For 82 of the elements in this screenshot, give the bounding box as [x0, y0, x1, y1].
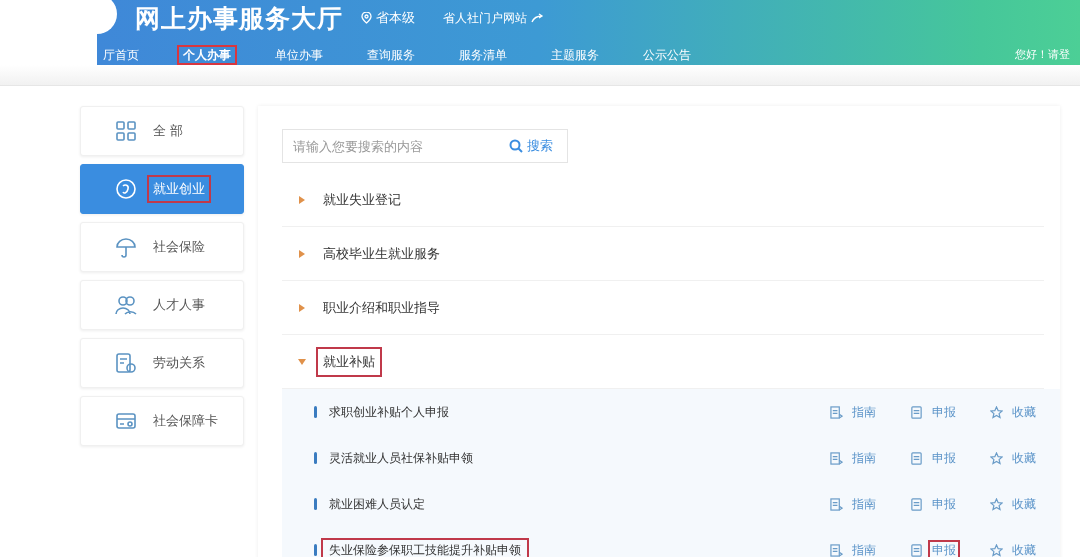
nav-tab[interactable]: 个人办事 [177, 45, 237, 65]
category-icon [115, 410, 137, 432]
guide-icon [830, 543, 843, 557]
category-icon [115, 178, 137, 200]
search-icon [509, 139, 523, 153]
sidebar-label: 社会保险 [152, 238, 206, 256]
category-icon [115, 294, 137, 316]
star-icon [990, 543, 1003, 557]
apply-link[interactable]: 申报 [910, 539, 960, 557]
sidebar-item[interactable]: 人才人事 [80, 280, 244, 330]
sidebar-label: 就业创业 [147, 175, 211, 203]
category-row[interactable]: 就业补贴 [316, 346, 382, 377]
guide-icon [830, 451, 843, 465]
category-row[interactable]: 高校毕业生就业服务 [316, 238, 447, 269]
guide-link[interactable]: 指南 [830, 447, 880, 469]
portal-link[interactable]: 省人社门户网站 [443, 9, 544, 27]
sidebar-item[interactable]: 全 部 [80, 106, 244, 156]
bullet-icon [314, 452, 317, 464]
bullet-icon [314, 498, 317, 510]
link-label: 申报 [931, 403, 957, 421]
form-icon [910, 497, 923, 511]
nav-tab[interactable]: 服务清单 [453, 45, 513, 65]
favorite-link[interactable]: 收藏 [990, 493, 1040, 515]
nav-tab[interactable]: 厅首页 [97, 45, 145, 65]
sidebar-label: 社会保障卡 [152, 412, 219, 430]
site-title: 网上办事服务大厅 [135, 2, 343, 35]
category-row[interactable]: 就业失业登记 [316, 184, 408, 215]
favorite-link[interactable]: 收藏 [990, 401, 1040, 423]
favorite-link[interactable]: 收藏 [990, 539, 1040, 557]
guide-link[interactable]: 指南 [830, 493, 880, 515]
apply-link[interactable]: 申报 [910, 447, 960, 469]
link-label: 指南 [851, 449, 877, 467]
region-selector[interactable]: 省本级 [361, 9, 415, 27]
sidebar-item[interactable]: 劳动关系 [80, 338, 244, 388]
category-icon [115, 236, 137, 258]
location-pin-icon [361, 12, 372, 24]
sidebar-item[interactable]: 社会保障卡 [80, 396, 244, 446]
guide-icon [830, 405, 843, 419]
sidebar-item[interactable]: 就业创业 [80, 164, 244, 214]
service-item[interactable]: 求职创业补贴个人申报 [321, 399, 457, 425]
link-label: 收藏 [1011, 449, 1037, 467]
search-field[interactable]: 请输入您要搜索的内容 搜索 [282, 129, 568, 163]
sidebar-label: 全 部 [152, 122, 185, 140]
link-label: 申报 [931, 495, 957, 513]
star-icon [990, 405, 1003, 419]
link-label: 申报 [931, 449, 957, 467]
category-row[interactable]: 职业介绍和职业指导 [316, 292, 447, 323]
bullet-icon [314, 406, 317, 418]
apply-link[interactable]: 申报 [910, 493, 960, 515]
nav-tab[interactable]: 查询服务 [361, 45, 421, 65]
sidebar-label: 人才人事 [152, 296, 206, 314]
link-label: 收藏 [1011, 541, 1037, 557]
link-label: 指南 [851, 541, 877, 557]
guide-link[interactable]: 指南 [830, 401, 880, 423]
star-icon [990, 451, 1003, 465]
link-label: 指南 [851, 403, 877, 421]
link-label: 指南 [851, 495, 877, 513]
service-item[interactable]: 灵活就业人员社保补贴申领 [321, 445, 481, 471]
nav-tab[interactable]: 主题服务 [545, 45, 605, 65]
form-icon [910, 405, 923, 419]
search-button[interactable]: 搜索 [503, 136, 559, 156]
form-icon [910, 543, 923, 557]
category-icon [115, 352, 137, 374]
sidebar-item[interactable]: 社会保险 [80, 222, 244, 272]
form-icon [910, 451, 923, 465]
nav-tab[interactable]: 公示公告 [637, 45, 697, 65]
nav-tab[interactable]: 单位办事 [269, 45, 329, 65]
share-arrow-icon [531, 13, 544, 23]
category-icon [115, 120, 137, 142]
link-label: 收藏 [1011, 495, 1037, 513]
link-label: 收藏 [1011, 403, 1037, 421]
star-icon [990, 497, 1003, 511]
login-greeting[interactable]: 您好！请登 [1015, 47, 1070, 65]
favorite-link[interactable]: 收藏 [990, 447, 1040, 469]
link-label: 申报 [928, 539, 960, 557]
bullet-icon [314, 544, 317, 556]
sidebar-label: 劳动关系 [152, 354, 206, 372]
service-item[interactable]: 失业保险参保职工技能提升补贴申领 [321, 537, 529, 557]
service-item[interactable]: 就业困难人员认定 [321, 491, 433, 517]
guide-icon [830, 497, 843, 511]
apply-link[interactable]: 申报 [910, 401, 960, 423]
guide-link[interactable]: 指南 [830, 539, 880, 557]
